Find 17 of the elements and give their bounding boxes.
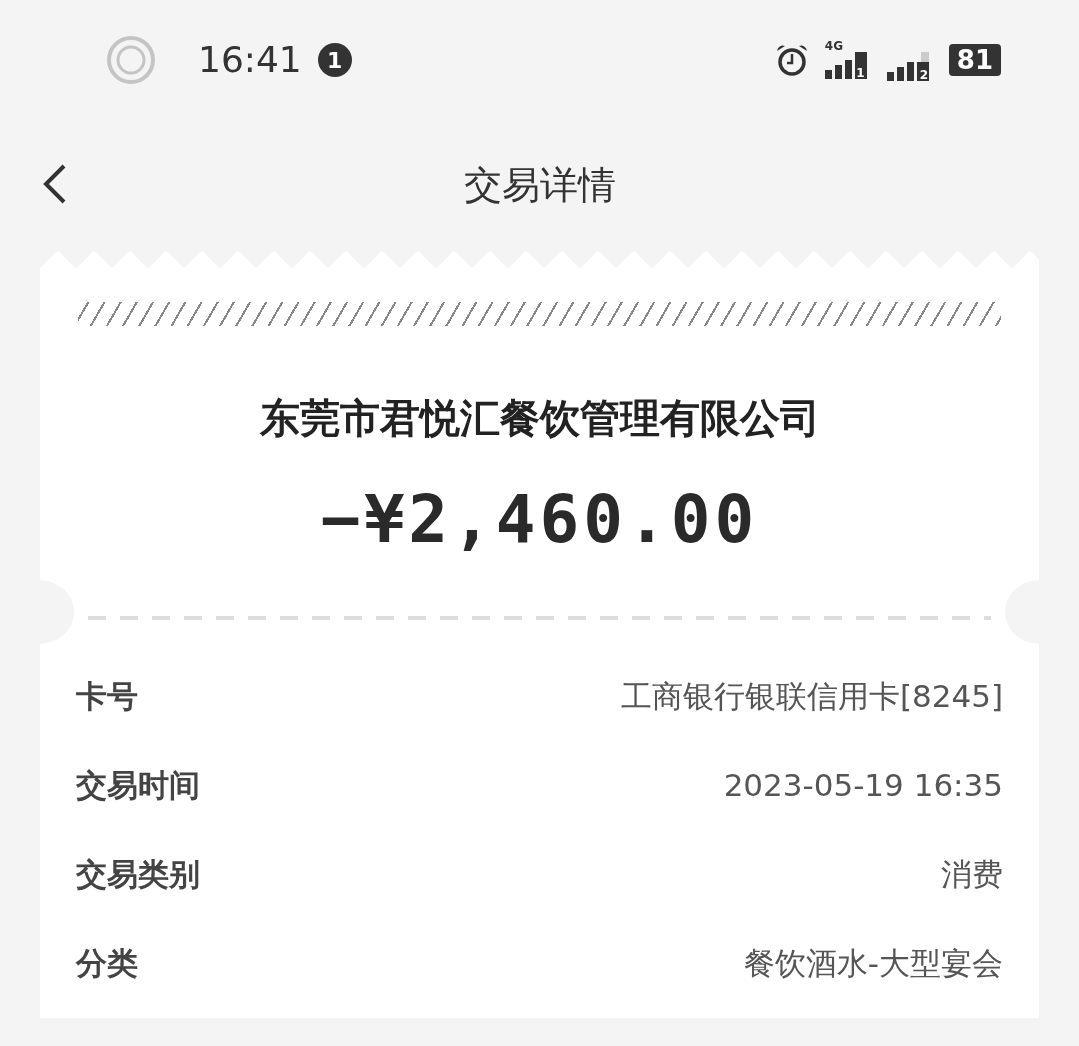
detail-value: 工商银行银联信用卡[8245] bbox=[620, 677, 1003, 717]
alarm-clock-icon bbox=[774, 43, 809, 77]
detail-label: 交易时间 bbox=[76, 766, 200, 806]
page-title: 交易详情 bbox=[463, 161, 616, 209]
detail-value: 餐饮酒水-大型宴会 bbox=[743, 944, 1003, 984]
clock-time: 16:41 bbox=[198, 38, 302, 82]
detail-value: 消费 bbox=[941, 855, 1003, 895]
ring-icon bbox=[106, 35, 156, 85]
detail-label: 卡号 bbox=[76, 677, 138, 717]
battery-level: 81 bbox=[948, 44, 1001, 76]
detail-label: 分类 bbox=[76, 944, 138, 984]
notification-count: 1 bbox=[317, 43, 352, 77]
detail-value: 2023-05-19 16:35 bbox=[723, 766, 1003, 806]
network-type: 4G bbox=[824, 40, 844, 52]
detail-label: 交易类别 bbox=[76, 855, 200, 895]
transaction-amount: −¥2,460.00 bbox=[320, 481, 759, 558]
merchant-name: 东莞市君悦汇餐饮管理有限公司 bbox=[259, 395, 820, 441]
